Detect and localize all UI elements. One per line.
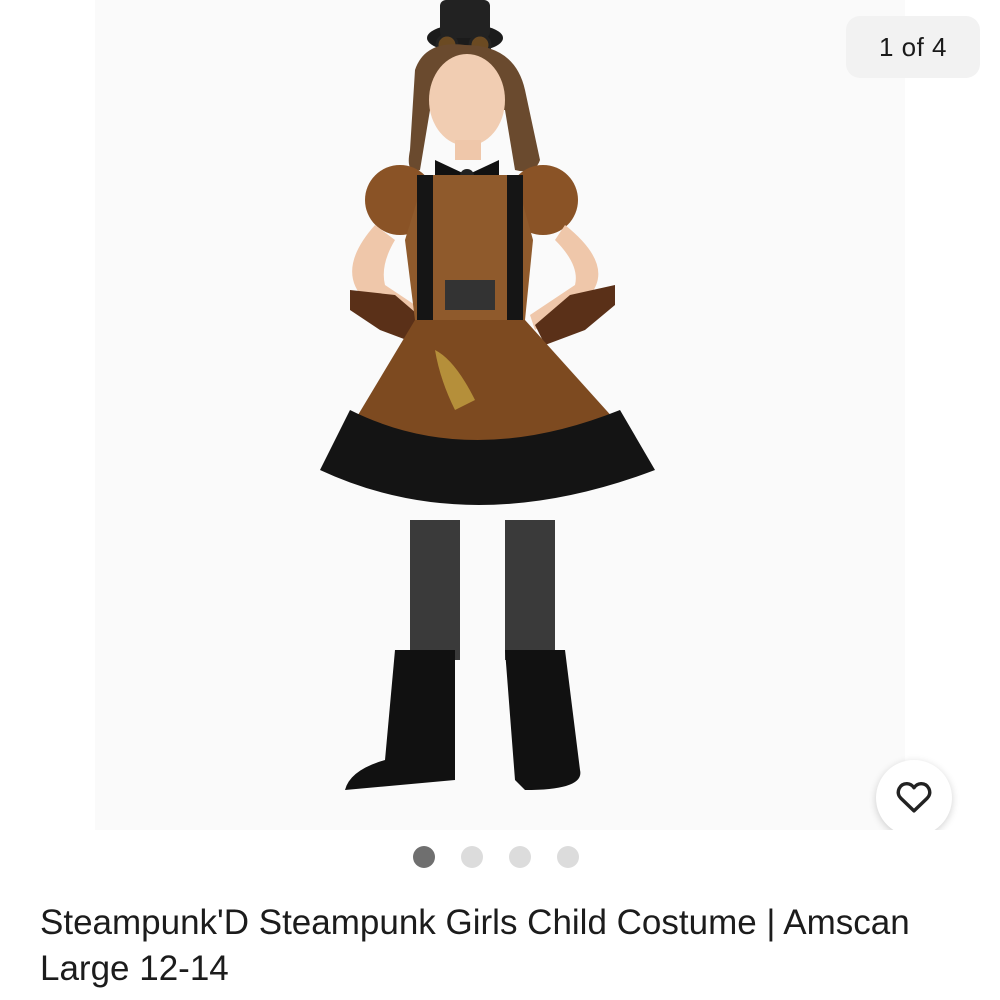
gallery-pagination	[0, 846, 1000, 868]
heart-outline-icon	[895, 780, 933, 817]
pagination-dot-4[interactable]	[557, 846, 579, 868]
favorite-button[interactable]	[876, 760, 952, 830]
image-gallery[interactable]: 1 of 4	[0, 0, 1000, 830]
pagination-dot-2[interactable]	[461, 846, 483, 868]
product-title: Steampunk'D Steampunk Girls Child Costum…	[40, 903, 910, 988]
product-image[interactable]	[95, 0, 905, 830]
image-counter: 1 of 4	[846, 16, 980, 78]
pagination-dot-3[interactable]	[509, 846, 531, 868]
pagination-dot-1[interactable]	[413, 846, 435, 868]
